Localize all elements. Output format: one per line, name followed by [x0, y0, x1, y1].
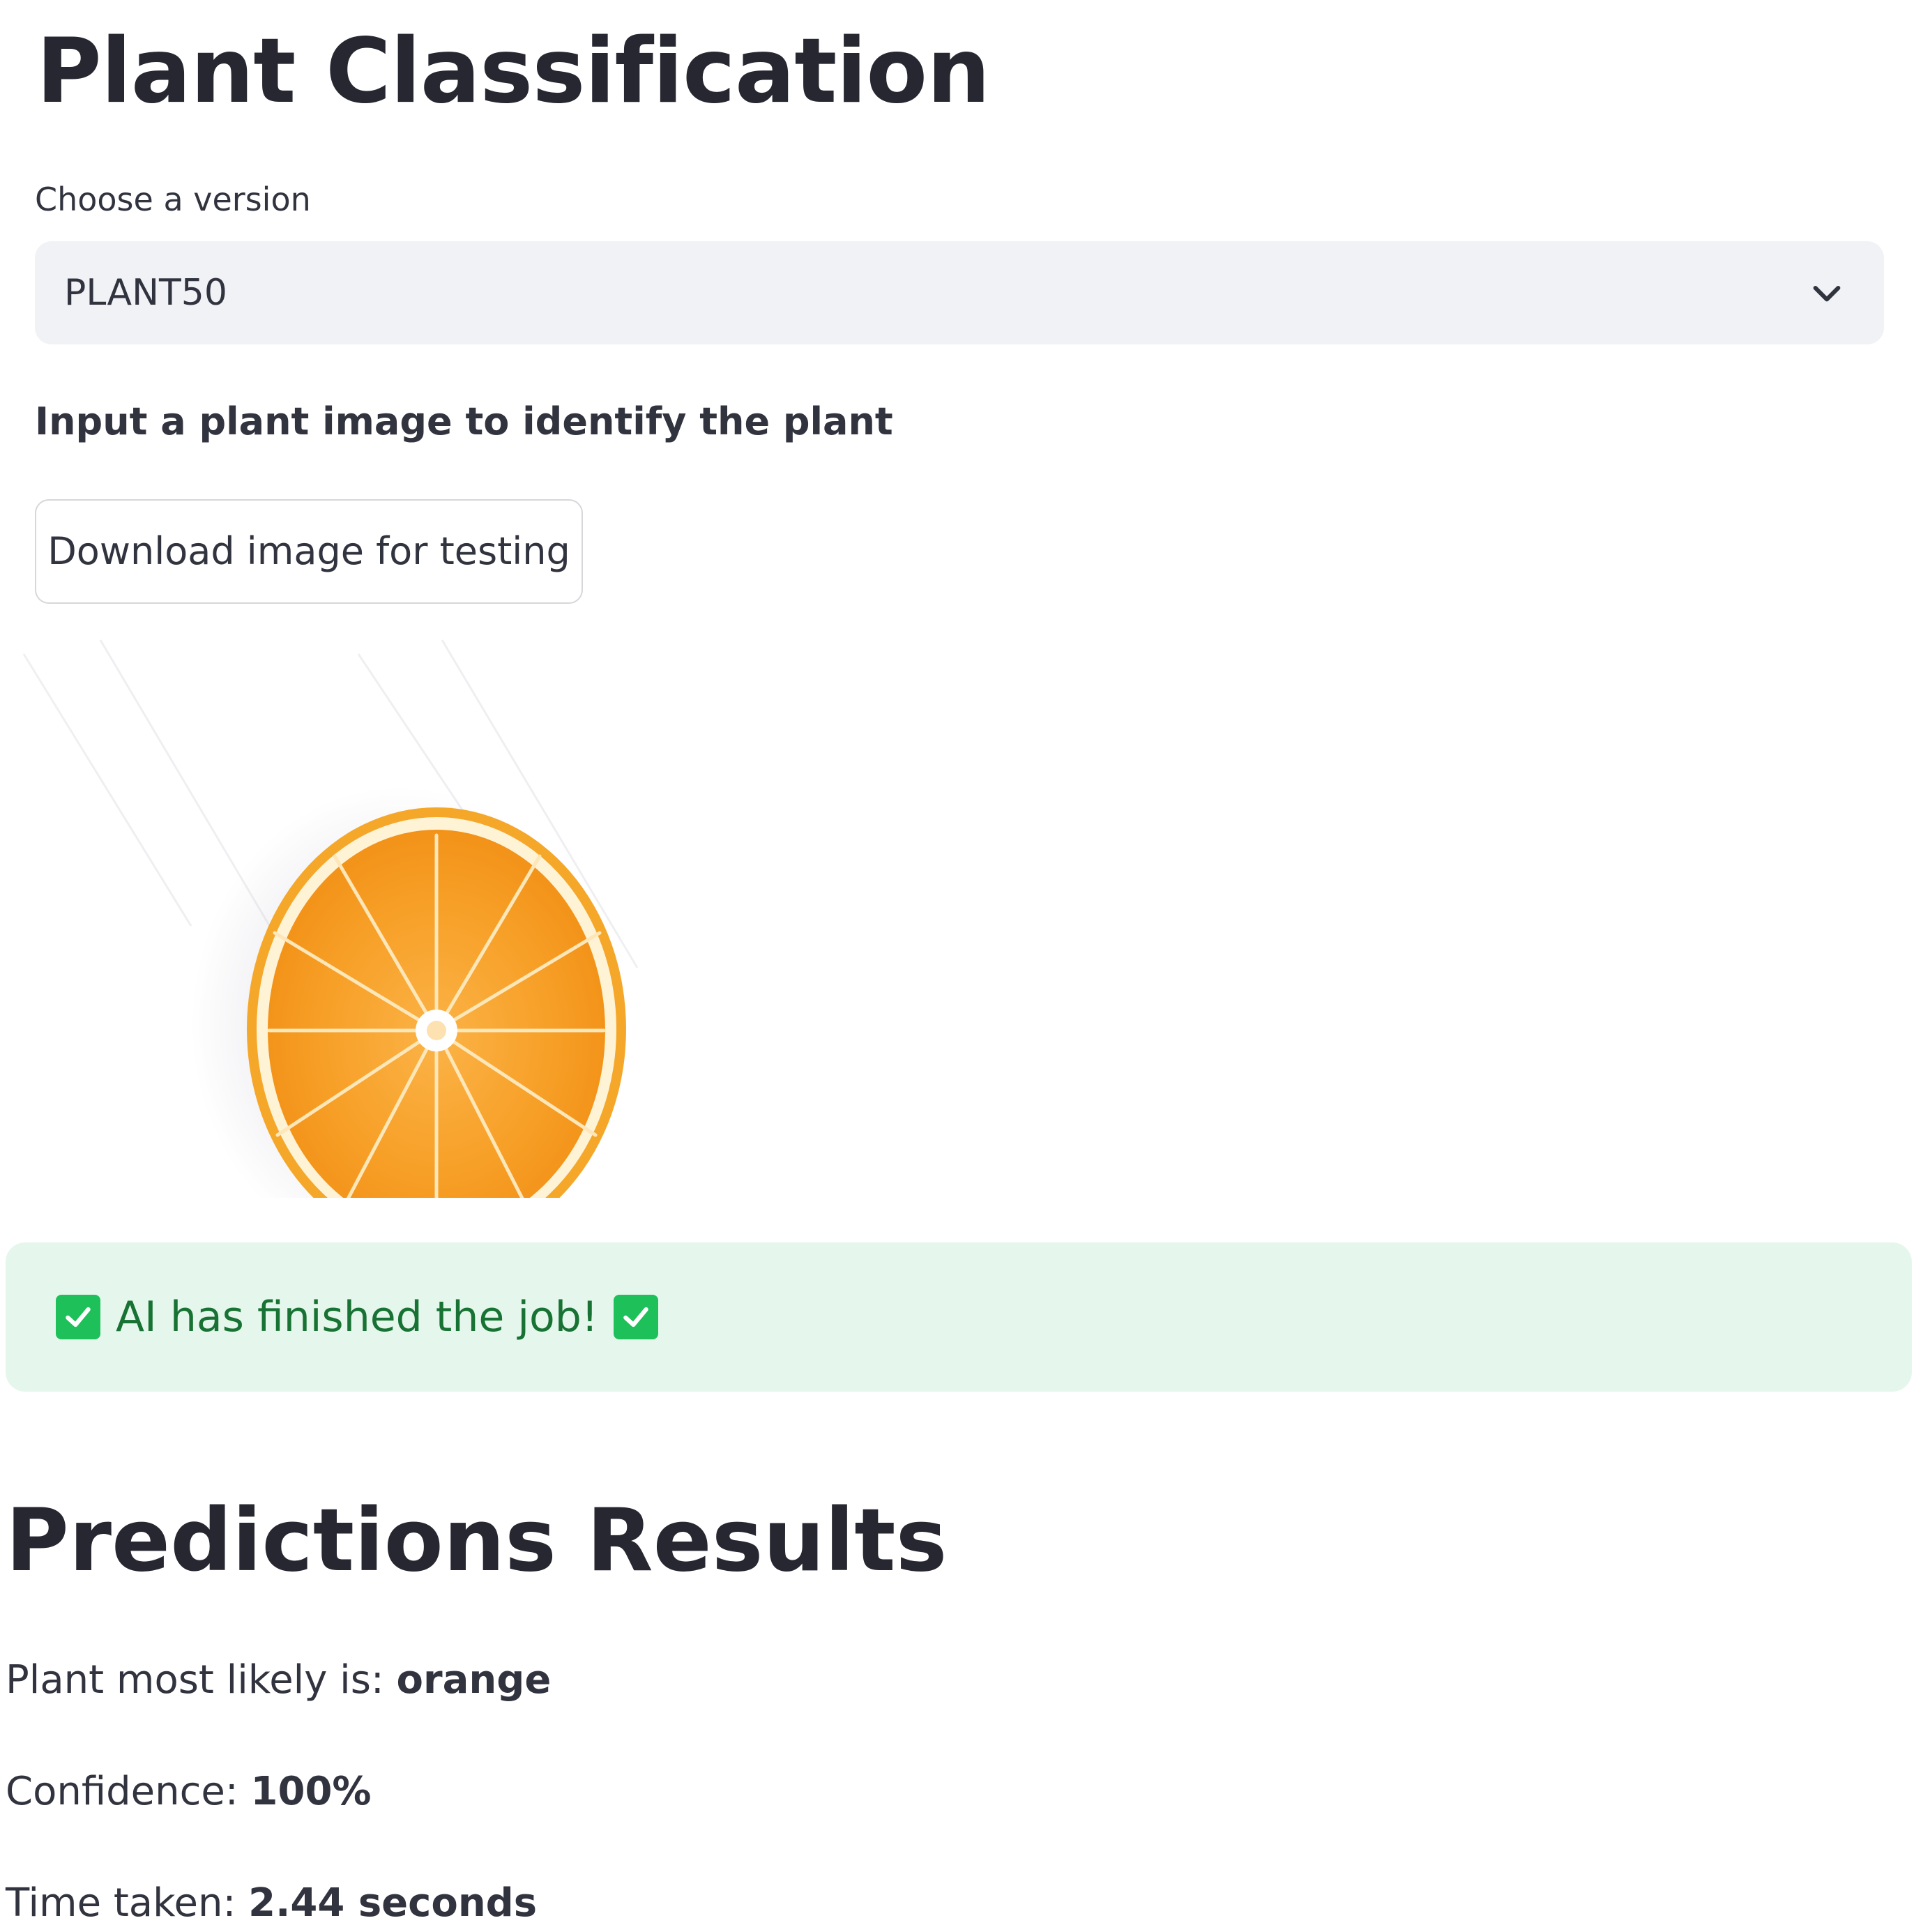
- confidence-line: Confidence: 100%: [6, 1765, 372, 1818]
- download-test-image-button[interactable]: Download image for testing: [35, 499, 583, 604]
- chevron-down-icon: [1813, 285, 1841, 302]
- version-select[interactable]: PLANT50: [35, 241, 1884, 344]
- results-title: Predictions Results: [6, 1491, 948, 1591]
- input-instruction: Input a plant image to identify the plan…: [35, 400, 893, 443]
- success-alert: AI has finished the job!: [6, 1242, 1912, 1392]
- page-title: Plant Classification: [36, 20, 990, 123]
- version-select-label: Choose a version: [35, 181, 311, 218]
- check-box-icon: [613, 1295, 658, 1339]
- prediction-label: Plant most likely is:: [6, 1657, 397, 1703]
- check-box-icon: [56, 1295, 100, 1339]
- confidence-value: 100%: [250, 1769, 372, 1814]
- prediction-value: orange: [396, 1657, 552, 1703]
- prediction-line: Plant most likely is: orange: [6, 1654, 551, 1707]
- confidence-label: Confidence:: [6, 1769, 251, 1814]
- success-message: AI has finished the job!: [116, 1293, 598, 1341]
- time-taken-value: 2.44 seconds: [248, 1880, 538, 1926]
- time-taken-line: Time taken: 2.44 seconds: [6, 1877, 537, 1930]
- uploaded-plant-image: [10, 633, 672, 1198]
- version-select-value: PLANT50: [64, 272, 227, 314]
- orange-slice-image: [22, 639, 639, 1198]
- download-button-label: Download image for testing: [47, 529, 570, 573]
- time-taken-label: Time taken:: [6, 1880, 249, 1926]
